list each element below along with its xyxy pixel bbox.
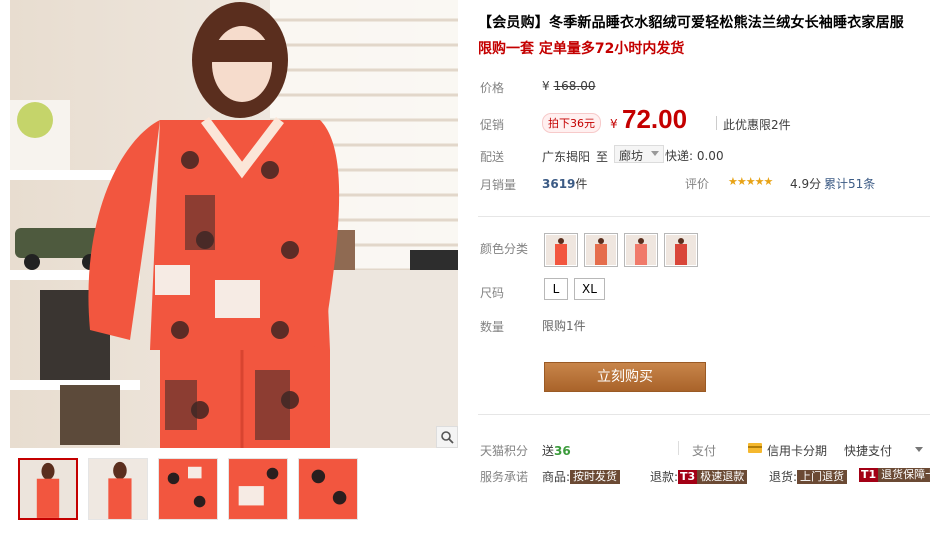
t3-badge: T3: [678, 470, 698, 484]
color-swatch-4[interactable]: [664, 233, 698, 267]
divider: [478, 414, 930, 415]
service-refund: 退款: T3 极速退款: [650, 468, 748, 485]
t1-badge: T1: [859, 468, 879, 482]
service-goods: 商品: 按时发货: [542, 468, 621, 485]
thumbnail-5[interactable]: [298, 458, 358, 520]
color-options: [544, 233, 698, 267]
size-options: L XL: [544, 278, 605, 300]
service-refund-label: 退款:: [650, 470, 679, 484]
size-label: 尺码: [480, 286, 505, 300]
shipping-fee: 快递: 0.00: [665, 149, 724, 163]
service-label: 服务承诺: [480, 470, 529, 484]
color-swatch-2[interactable]: [584, 233, 618, 267]
original-price-value: 168.00: [553, 79, 596, 93]
color-label: 颜色分类: [480, 242, 529, 256]
tmall-points-label: 天猫积分: [480, 444, 529, 458]
divider: [678, 441, 679, 455]
quantity-limit: 限购1件: [542, 319, 586, 333]
thumbnail-1[interactable]: [18, 458, 78, 520]
destination-value: 廊坊: [619, 149, 644, 163]
service-return-label: 退货:: [769, 470, 798, 484]
pickup-return-badge[interactable]: 上门退货: [797, 470, 848, 484]
points-prefix: 送: [542, 444, 555, 458]
original-price: ¥ 168.00: [542, 79, 595, 93]
destination-select[interactable]: 廊坊: [614, 145, 665, 163]
color-swatch-3[interactable]: [624, 233, 658, 267]
credit-installment-link[interactable]: 信用卡分期: [767, 442, 827, 459]
thumbnail-2[interactable]: [88, 458, 148, 520]
size-option-l[interactable]: L: [544, 278, 568, 300]
quick-pay-link[interactable]: 快捷支付: [844, 442, 892, 459]
product-gallery: [10, 0, 458, 534]
promo-tag: 拍下36元: [542, 113, 601, 133]
size-option-xl[interactable]: XL: [574, 278, 605, 300]
product-subtitle: 限购一套 定单量多72小时内发货: [478, 41, 685, 57]
chevron-down-icon[interactable]: [915, 447, 923, 452]
product-title: 【会员购】冬季新品睡衣水貂绒可爱轻松熊法兰绒女长袖睡衣家居服: [478, 15, 904, 31]
service-guarantee: T1退货保障卡: [859, 468, 930, 482]
divider: [478, 216, 930, 217]
thumbnail-4[interactable]: [228, 458, 288, 520]
service-return: 退货: 上门退货: [769, 468, 848, 485]
fast-refund-badge[interactable]: 极速退款: [697, 470, 748, 484]
zoom-button[interactable]: [436, 426, 458, 448]
shipping-origin: 广东揭阳: [542, 150, 591, 164]
ontime-delivery-badge[interactable]: 按时发货: [570, 470, 621, 484]
shipping-label: 配送: [480, 150, 505, 164]
credit-card-icon: [748, 443, 762, 453]
payment-label: 支付: [692, 444, 717, 458]
points-value: 36: [554, 444, 571, 458]
rating-score: 4.9分: [790, 177, 822, 191]
quantity-label: 数量: [480, 320, 505, 334]
chevron-down-icon: [651, 151, 660, 156]
promo-limit: 此优惠限2件: [723, 118, 791, 132]
buy-now-button[interactable]: 立刻购买: [544, 362, 706, 392]
color-swatch-1[interactable]: [544, 233, 578, 267]
service-goods-label: 商品:: [542, 470, 571, 484]
rating-label: 评价: [685, 177, 710, 191]
sales-number: 3619: [542, 177, 576, 191]
promo-currency: ¥: [610, 117, 618, 131]
sales-count: 3619件: [542, 175, 587, 192]
promo-label: 促销: [480, 118, 505, 132]
return-guarantee-badge[interactable]: 退货保障卡: [878, 468, 930, 482]
promo-price: 72.00: [622, 104, 688, 134]
magnifier-icon: [441, 431, 454, 444]
sales-label: 月销量: [480, 178, 517, 192]
review-count-link[interactable]: 累计51条: [824, 175, 875, 192]
rating-stars: ★★★★★: [728, 175, 773, 188]
thumbnail-strip: [18, 458, 358, 520]
divider: [716, 116, 717, 130]
currency-symbol: ¥: [542, 79, 550, 93]
main-product-image[interactable]: [10, 0, 458, 448]
price-label: 价格: [480, 81, 505, 95]
thumbnail-3[interactable]: [158, 458, 218, 520]
sales-unit: 件: [575, 177, 588, 191]
product-detail: 【会员购】冬季新品睡衣水貂绒可爱轻松熊法兰绒女长袖睡衣家居服 限购一套 定单量多…: [478, 0, 930, 534]
tmall-points: 送36: [542, 442, 571, 459]
shipping-to: 至: [596, 150, 609, 164]
